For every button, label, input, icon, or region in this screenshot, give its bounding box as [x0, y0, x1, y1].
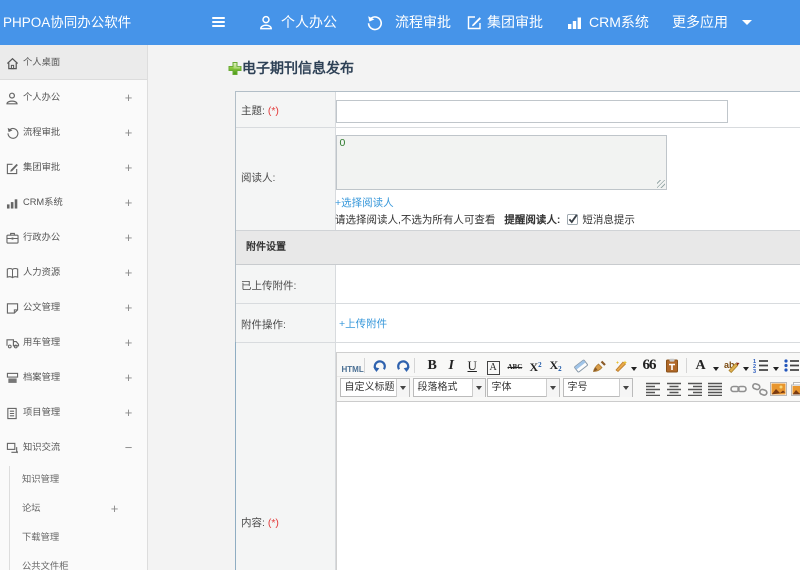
svg-text:3: 3: [753, 369, 756, 373]
